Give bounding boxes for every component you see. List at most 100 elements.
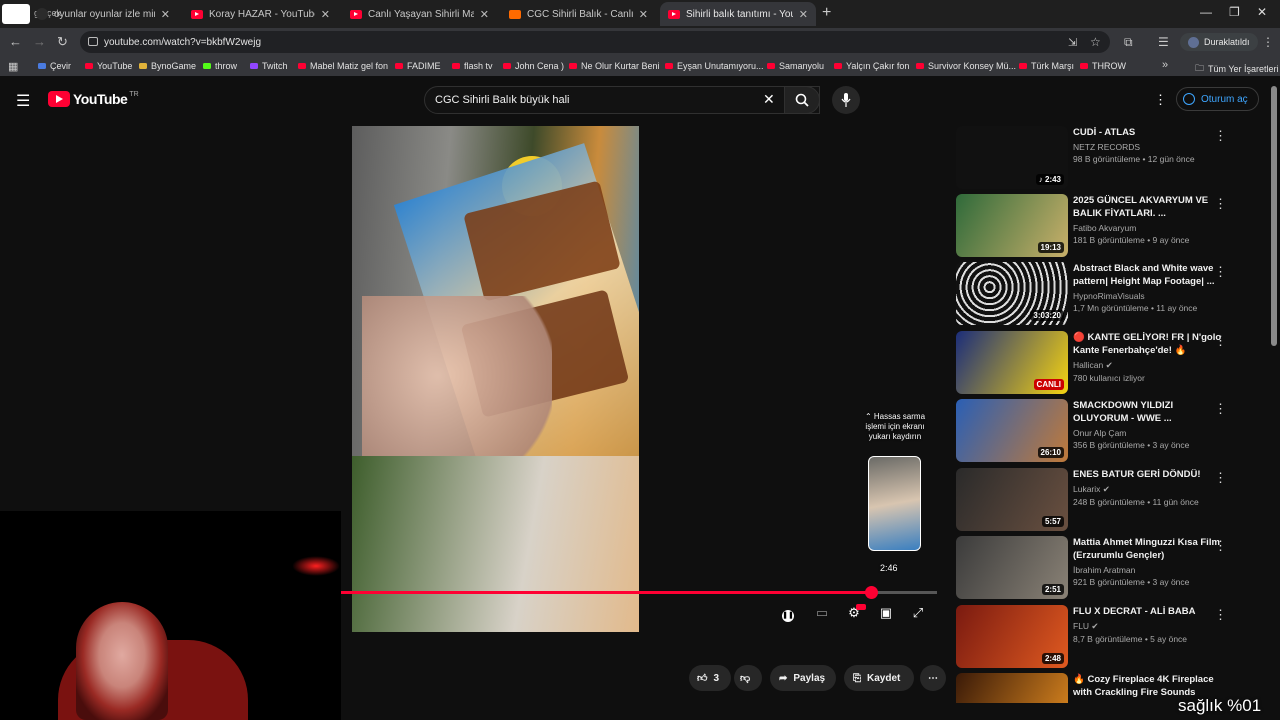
more-options-icon[interactable]: ⋮ <box>1214 470 1227 486</box>
install-app-icon[interactable]: ⇲ <box>1068 36 1077 49</box>
tab-google[interactable]: oyunlar oyunlar izle minecraft - Google'… <box>28 2 178 26</box>
recommendation-item[interactable]: 5:57 ENES BATUR GERİ DÖNDÜ! Lukarix ✔ 248 … <box>956 468 1266 532</box>
progress-scrubber-handle[interactable] <box>865 586 878 599</box>
tab-koray-hazar[interactable]: Koray HAZAR - YouTube ✕ <box>183 2 338 26</box>
bookmark-item[interactable]: John Cena ) <box>503 61 564 71</box>
video-title[interactable]: Abstract Black and White wave pattern| H… <box>1073 262 1223 288</box>
channel-name[interactable]: Lukarix ✔ <box>1073 484 1223 495</box>
recommendation-item[interactable]: 2:48 FLU X DECRAT - ALİ BABA FLU ✔ 8,7 B g… <box>956 605 1266 669</box>
tab-sihirli-balik-tanitimi[interactable]: Sihirli balık tanıtımı - YouTube✕ <box>660 2 816 26</box>
address-bar[interactable]: youtube.com/watch?v=bkbfW2wejg <box>80 31 1110 53</box>
channel-name[interactable]: Hallican ✔ <box>1073 360 1223 371</box>
theater-mode-icon[interactable]: ▣ <box>878 605 894 621</box>
more-actions-button[interactable]: ⋯ <box>920 665 946 691</box>
video-thumbnail[interactable] <box>956 673 1068 703</box>
video-title[interactable]: Mattia Ahmet Minguzzi Kısa Film (Erzurum… <box>1073 536 1223 562</box>
video-thumbnail[interactable]: ♪ 2:43 <box>956 126 1068 189</box>
recommendation-item[interactable]: ♪ 2:43 CUDİ - ATLAS NETZ RECORDS 98 B görü… <box>956 126 1266 190</box>
channel-name[interactable]: İbrahim Aratman <box>1073 565 1223 575</box>
bookmark-item[interactable]: Türk Marşı <box>1019 61 1074 71</box>
recommendation-item[interactable]: 26:10 SMACKDOWN YILDIZI OLUYORUM - WWE .… <box>956 399 1266 463</box>
pause-toggle-icon[interactable]: ❚❚ <box>780 605 796 622</box>
bookmark-item[interactable]: throw <box>203 61 237 71</box>
search-input[interactable]: CGC Sihirli Balık büyük hali <box>424 86 820 114</box>
recommendation-item[interactable]: 19:13 2025 GÜNCEL AKVARYUM VE BALIK FİYA… <box>956 194 1266 258</box>
settings-more-icon[interactable]: ⋮ <box>1154 92 1167 108</box>
tab-sihirli-maymun[interactable]: Canlı Yaşayan Sihirli Maymun ı✕ <box>342 2 497 26</box>
profile-chip[interactable]: Duraklatıldı <box>1180 33 1258 51</box>
scrollbar[interactable] <box>1271 86 1277 346</box>
video-title[interactable]: 🔴 KANTE GELİYOR! FR | N'golo Kante Fener… <box>1073 331 1223 357</box>
more-options-icon[interactable]: ⋮ <box>1214 401 1227 417</box>
apps-grid-icon[interactable]: ▦ <box>8 60 18 73</box>
back-button[interactable]: ← <box>9 34 22 49</box>
video-thumbnail[interactable]: 26:10 <box>956 399 1068 462</box>
bookmark-item[interactable]: YouTube <box>85 61 132 71</box>
bookmark-star-icon[interactable]: ☆ <box>1090 35 1101 49</box>
video-title[interactable]: ENES BATUR GERİ DÖNDÜ! <box>1073 468 1223 481</box>
recommendation-item[interactable]: CANLI 🔴 KANTE GELİYOR! FR | N'golo Kante… <box>956 331 1266 395</box>
bookmark-item[interactable]: Çevir <box>38 61 71 71</box>
tab-cgc-sihirli-balik[interactable]: CGC Sihirli Balık - Canlı Balık Y✕ <box>501 2 656 26</box>
bookmark-item[interactable]: Eyşan Unutamıyoru... <box>665 61 764 71</box>
channel-name[interactable]: FLU ✔ <box>1073 621 1223 632</box>
site-settings-icon[interactable] <box>88 37 98 46</box>
bookmarks-overflow-icon[interactable]: » <box>1162 59 1168 71</box>
sign-in-button[interactable]: Oturum aç <box>1176 87 1259 111</box>
video-thumbnail[interactable]: 2:51 <box>956 536 1068 599</box>
bookmark-item[interactable]: Ne Olur Kurtar Beni <box>569 61 660 71</box>
bookmark-item[interactable]: Mabel Matiz gel fon <box>298 61 388 71</box>
like-button[interactable]: 👍︎ 3 <box>689 665 731 691</box>
bookmark-item[interactable]: Survivor Konsey Mü... <box>916 61 1016 71</box>
close-icon[interactable]: ✕ <box>799 8 808 21</box>
media-control-icon[interactable]: ☰ <box>1158 35 1169 49</box>
channel-name[interactable]: Onur Alp Çam <box>1073 428 1223 438</box>
minimize-button[interactable]: — <box>1200 5 1212 19</box>
video-thumbnail[interactable]: 5:57 <box>956 468 1068 531</box>
all-bookmarks-folder[interactable]: 🗀 Tüm Yer İşaretleri <box>1195 61 1279 77</box>
bookmark-item[interactable]: Yalçın Çakır fon <box>834 61 909 71</box>
bookmark-item[interactable]: Twitch <box>250 61 288 71</box>
bookmark-item[interactable]: THROW <box>1080 61 1126 71</box>
close-window-button[interactable]: ✕ <box>1257 5 1267 19</box>
more-options-icon[interactable]: ⋮ <box>1214 607 1227 623</box>
hamburger-menu-icon[interactable]: ☰ <box>16 91 30 111</box>
more-options-icon[interactable]: ⋮ <box>1214 128 1227 144</box>
video-thumbnail[interactable]: 3:03:20 <box>956 262 1068 325</box>
more-options-icon[interactable]: ⋮ <box>1214 264 1227 280</box>
fullscreen-icon[interactable]: ⤢ <box>910 605 926 621</box>
captions-icon[interactable]: ▭ <box>814 605 830 621</box>
bookmark-item[interactable]: FADIME <box>395 61 441 71</box>
save-button[interactable]: ⎘ Kaydet <box>844 665 914 691</box>
channel-name[interactable]: HypnoRimaVisuals <box>1073 291 1223 301</box>
channel-name[interactable]: Fatibo Akvaryum <box>1073 223 1223 233</box>
bookmark-item[interactable]: flash tv <box>452 61 493 71</box>
video-title[interactable]: CUDİ - ATLAS <box>1073 126 1223 139</box>
recommendation-item[interactable]: 2:51 Mattia Ahmet Minguzzi Kısa Film (Er… <box>956 536 1266 600</box>
video-frame[interactable] <box>352 126 639 632</box>
video-title[interactable]: SMACKDOWN YILDIZI OLUYORUM - WWE ... <box>1073 399 1223 425</box>
bookmark-item[interactable]: Samanyolu <box>767 61 824 71</box>
recommendation-item[interactable]: 3:03:20 Abstract Black and White wave pa… <box>956 262 1266 326</box>
maximize-button[interactable]: ❐ <box>1229 5 1240 19</box>
extensions-icon[interactable]: ⧉ <box>1124 35 1133 50</box>
dislike-button[interactable]: 👎︎ <box>734 665 762 691</box>
reload-button[interactable]: ↻ <box>57 34 68 50</box>
close-icon[interactable]: ✕ <box>161 8 170 21</box>
more-options-icon[interactable]: ⋮ <box>1214 196 1227 212</box>
youtube-logo[interactable]: YouTube TR <box>48 91 139 107</box>
clear-search-icon[interactable]: ✕ <box>763 91 775 108</box>
channel-name[interactable]: NETZ RECORDS <box>1073 142 1223 152</box>
video-title[interactable]: FLU X DECRAT - ALİ BABA <box>1073 605 1223 618</box>
more-options-icon[interactable]: ⋮ <box>1214 538 1227 554</box>
video-thumbnail[interactable]: 2:48 <box>956 605 1068 668</box>
close-icon[interactable]: ✕ <box>639 8 648 21</box>
share-button[interactable]: ➦ Paylaş <box>770 665 836 691</box>
more-options-icon[interactable]: ⋮ <box>1214 333 1227 349</box>
video-thumbnail[interactable]: 19:13 <box>956 194 1068 257</box>
new-tab-button[interactable]: + <box>822 4 831 22</box>
forward-button[interactable]: → <box>33 34 46 49</box>
bookmark-item[interactable]: BynoGame <box>139 61 196 71</box>
video-thumbnail[interactable]: CANLI <box>956 331 1068 394</box>
browser-menu-icon[interactable]: ⋮ <box>1262 35 1274 49</box>
